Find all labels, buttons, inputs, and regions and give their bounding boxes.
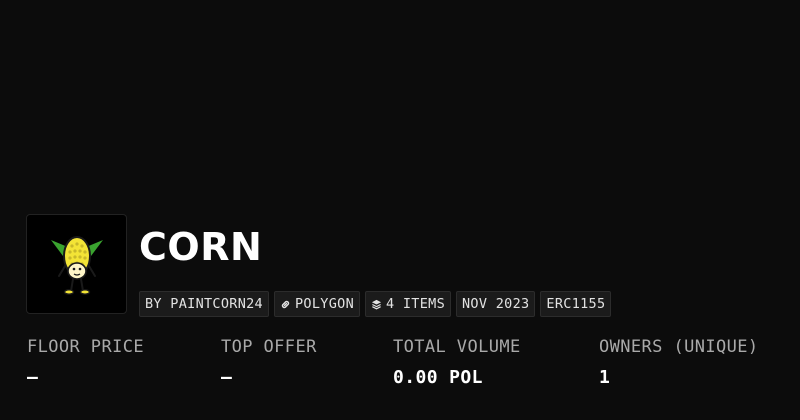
items-label: 4 ITEMS <box>386 296 445 312</box>
date-chip: NOV 2023 <box>456 291 536 317</box>
collection-header: CORN BY PAINTCORN24 POLYGON 4 ITEMS NOV … <box>26 214 612 317</box>
total-volume-value: 0.00 POL <box>393 367 483 388</box>
creator-chip[interactable]: BY PAINTCORN24 <box>139 291 269 317</box>
owners-label: OWNERS (UNIQUE) <box>599 337 759 357</box>
floor-price-label: FLOOR PRICE <box>27 337 144 357</box>
top-offer-value: — <box>221 367 233 388</box>
link-icon <box>281 300 290 308</box>
collection-avatar[interactable] <box>26 214 127 314</box>
collection-meta-row: BY PAINTCORN24 POLYGON 4 ITEMS NOV 2023 … <box>139 291 612 317</box>
chain-label: POLYGON <box>295 296 354 312</box>
collection-title: CORN <box>139 225 263 269</box>
stat-top-offer: TOP OFFER — <box>221 337 317 388</box>
creator-label: BY PAINTCORN24 <box>145 296 263 312</box>
layers-icon <box>371 299 382 309</box>
corn-character-icon <box>50 236 103 295</box>
top-offer-label: TOP OFFER <box>221 337 317 357</box>
date-label: NOV 2023 <box>462 296 530 312</box>
standard-chip: ERC1155 <box>540 291 612 317</box>
stat-floor-price: FLOOR PRICE — <box>27 337 144 388</box>
items-chip: 4 ITEMS <box>365 291 451 317</box>
stat-owners: OWNERS (UNIQUE) 1 <box>599 337 759 388</box>
title-block: CORN BY PAINTCORN24 POLYGON 4 ITEMS NOV … <box>139 214 612 317</box>
standard-label: ERC1155 <box>546 296 606 312</box>
chain-chip[interactable]: POLYGON <box>274 291 360 317</box>
stats-row: FLOOR PRICE — TOP OFFER — TOTAL VOLUME 0… <box>0 337 800 397</box>
stat-total-volume: TOTAL VOLUME 0.00 POL <box>393 337 521 388</box>
floor-price-value: — <box>27 367 39 388</box>
total-volume-label: TOTAL VOLUME <box>393 337 521 357</box>
owners-value: 1 <box>599 367 611 388</box>
